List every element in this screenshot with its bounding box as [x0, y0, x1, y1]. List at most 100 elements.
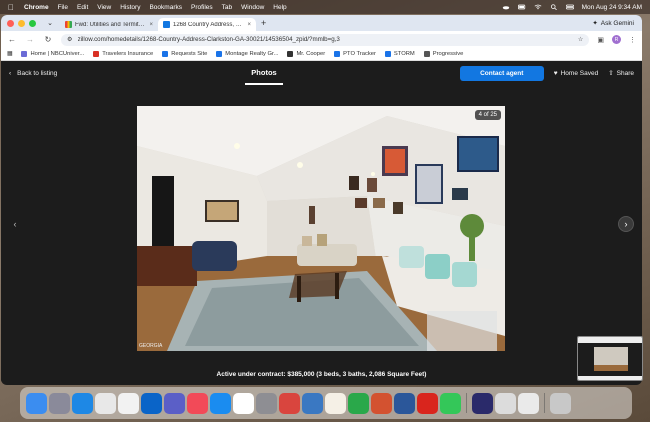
share-button[interactable]: ⇧ Share	[608, 69, 634, 78]
chevron-right-icon: ›	[624, 219, 628, 229]
screenshot-thumbnail[interactable]	[577, 336, 643, 381]
more-menu-icon[interactable]: ⋮	[629, 36, 636, 44]
contact-agent-button[interactable]: Contact agent	[459, 65, 544, 81]
gemini-icon: ✦	[592, 20, 598, 27]
dock-photos-icon[interactable]	[302, 392, 323, 414]
back-to-listing-link[interactable]: ‹ Back to listing	[9, 70, 57, 77]
bookmark-item[interactable]: PTO Tracker	[334, 51, 376, 57]
dock-window-3-icon[interactable]	[518, 392, 539, 414]
apple-menu-icon[interactable]: 	[8, 3, 14, 12]
bookmark-label: Montage Realty Gr...	[225, 51, 279, 57]
close-tab-icon[interactable]: ×	[149, 22, 153, 28]
dock-messages-icon[interactable]	[440, 392, 461, 414]
zoom-window-button[interactable]	[29, 19, 36, 27]
tab-search-chevron-icon[interactable]: ⌄	[44, 17, 56, 29]
dock-teams-icon[interactable]	[164, 392, 185, 414]
menu-window[interactable]: Window	[241, 4, 264, 11]
menu-chrome[interactable]: Chrome	[24, 4, 49, 11]
menu-view[interactable]: View	[97, 4, 111, 11]
dock-notes-icon[interactable]	[325, 392, 346, 414]
dock-slack-icon[interactable]	[233, 392, 254, 414]
share-label: Share	[616, 69, 634, 77]
bookmark-item[interactable]: Travelers Insurance	[93, 51, 153, 57]
menu-history[interactable]: History	[120, 4, 140, 11]
apps-grid-icon[interactable]: ▦	[7, 51, 12, 57]
close-tab-icon[interactable]: ×	[247, 22, 251, 28]
ask-gemini-button[interactable]: ✦ Ask Gemini	[592, 19, 634, 28]
dock-app-store-icon[interactable]	[210, 392, 231, 414]
dock-outlook-icon[interactable]	[141, 392, 162, 414]
menubar-clock[interactable]: Mon Aug 24 9:34 AM	[582, 4, 642, 11]
menu-file[interactable]: File	[58, 4, 68, 11]
zillow-icon	[163, 21, 170, 28]
next-photo-button[interactable]: ›	[618, 216, 634, 232]
photo-viewer-header: ‹ Back to listing Photos Contact agent ♥…	[1, 61, 642, 85]
bookmark-item[interactable]: Home | NBCUniver...	[21, 51, 84, 57]
reload-icon[interactable]: ↻	[43, 35, 53, 44]
dock-system-settings-icon[interactable]	[256, 392, 277, 414]
site-info-icon[interactable]: ⚙	[67, 36, 73, 43]
wifi-icon[interactable]	[534, 4, 542, 10]
dock-word-2-icon[interactable]	[394, 392, 415, 414]
listing-photo[interactable]: 4 of 25 GEORGIA	[137, 106, 505, 351]
photo-caption: Active under contract: $385,000 (3 beds,…	[1, 364, 642, 384]
back-arrow-icon[interactable]: ←	[7, 35, 17, 44]
bookmark-label: Requests Site	[171, 51, 208, 57]
bookmark-favicon-icon	[384, 51, 391, 57]
dock-launchpad-icon[interactable]	[49, 392, 70, 414]
photo-counter: 4 of 25	[474, 110, 501, 120]
bookmark-label: Travelers Insurance	[102, 51, 154, 57]
home-saved-label: Home Saved	[560, 69, 599, 77]
browser-window: ⌄ Fwd: Utilities and Termite Re... × 126…	[1, 15, 642, 385]
forward-arrow-icon[interactable]: →	[25, 35, 35, 44]
control-center-icon[interactable]	[565, 4, 574, 10]
bookmark-item[interactable]: Montage Realty Gr...	[216, 51, 278, 57]
minimize-window-button[interactable]	[18, 19, 25, 27]
extensions-icon[interactable]: ▣	[597, 36, 604, 44]
new-tab-button[interactable]: +	[261, 18, 266, 28]
dock-powerpoint-icon[interactable]	[371, 392, 392, 414]
close-window-button[interactable]	[7, 19, 14, 27]
tab-photos[interactable]: Photos	[245, 61, 283, 85]
dock-numbers-icon[interactable]	[348, 392, 369, 414]
dock-word-icon[interactable]	[279, 392, 300, 414]
thumbnail-image	[578, 337, 642, 380]
menu-profiles[interactable]: Profiles	[191, 4, 213, 11]
tab-gmail[interactable]: Fwd: Utilities and Termite Re... ×	[60, 18, 158, 31]
url-text[interactable]: zillow.com/homedetails/1268-Country-Addr…	[78, 36, 573, 43]
back-to-listing-label: Back to listing	[17, 69, 58, 77]
dock-window-2-icon[interactable]	[495, 392, 516, 414]
search-icon[interactable]	[550, 4, 558, 10]
bookmark-label: PTO Tracker	[343, 51, 376, 57]
dock-reminders-icon[interactable]	[118, 392, 139, 414]
bookmark-item[interactable]: STORM	[384, 51, 415, 57]
menu-bookmarks[interactable]: Bookmarks	[149, 4, 182, 11]
dock-finder-icon[interactable]	[26, 392, 47, 414]
bookmark-item[interactable]: Requests Site	[162, 51, 207, 57]
bookmark-favicon-icon	[162, 51, 169, 57]
home-saved-button[interactable]: ♥ Home Saved	[554, 70, 598, 77]
dock-window-1-icon[interactable]	[472, 392, 493, 414]
living-room-photo	[137, 106, 505, 351]
bookmark-item[interactable]: Mr. Cooper	[287, 51, 325, 57]
previous-photo-button[interactable]: ‹	[7, 216, 23, 232]
tab-zillow[interactable]: 1268 Country Address, Clarks... ×	[158, 18, 256, 31]
bookmark-item[interactable]: Progressive	[423, 51, 463, 57]
dock-acrobat-icon[interactable]	[417, 392, 438, 414]
dock-trash-icon[interactable]	[550, 392, 571, 414]
dock-separator	[466, 393, 467, 413]
cloud-icon[interactable]	[502, 4, 510, 10]
menu-edit[interactable]: Edit	[77, 4, 88, 11]
bookmark-star-icon[interactable]: ☆	[578, 36, 584, 43]
address-bar[interactable]: ⚙ zillow.com/homedetails/1268-Country-Ad…	[61, 33, 590, 46]
dock-safari-icon[interactable]	[72, 392, 93, 414]
dock-news-icon[interactable]	[187, 392, 208, 414]
menu-tab[interactable]: Tab	[222, 4, 232, 11]
profile-avatar[interactable]: R	[612, 35, 621, 44]
chevron-left-icon: ‹	[13, 219, 17, 229]
battery-icon[interactable]	[517, 4, 526, 10]
dock-chrome-icon[interactable]	[95, 392, 116, 414]
menu-help[interactable]: Help	[273, 4, 286, 11]
photo-stage: ‹ 4 of 25 GEORGIA ›	[1, 85, 642, 364]
heart-icon: ♥	[553, 69, 558, 77]
